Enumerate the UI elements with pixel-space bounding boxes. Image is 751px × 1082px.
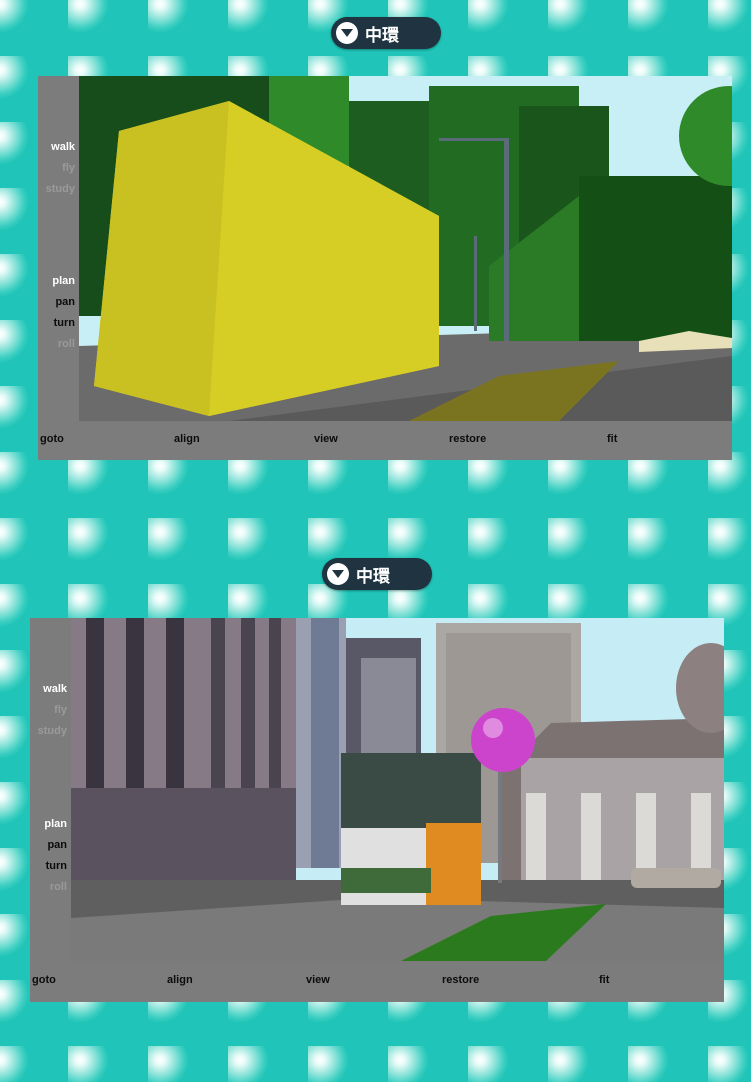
location-button[interactable]: 中環 bbox=[331, 17, 441, 49]
action-goto[interactable]: goto bbox=[32, 974, 56, 986]
tool-plan[interactable]: plan bbox=[52, 275, 75, 287]
tool-turn[interactable]: turn bbox=[46, 860, 67, 872]
nav-mode-study[interactable]: study bbox=[38, 725, 67, 737]
nav-mode-walk[interactable]: walk bbox=[51, 141, 75, 153]
tool-turn[interactable]: turn bbox=[54, 317, 75, 329]
location-button[interactable]: 中環 bbox=[322, 558, 432, 590]
action-fit[interactable]: fit bbox=[599, 974, 609, 986]
scene-view-3d[interactable] bbox=[71, 618, 724, 961]
nav-mode-study[interactable]: study bbox=[46, 183, 75, 195]
nav-mode-walk[interactable]: walk bbox=[43, 683, 67, 695]
scene-view-3d[interactable] bbox=[79, 76, 732, 421]
action-view[interactable]: view bbox=[314, 433, 338, 445]
action-goto[interactable]: goto bbox=[40, 433, 64, 445]
action-align[interactable]: align bbox=[167, 974, 193, 986]
action-view[interactable]: view bbox=[306, 974, 330, 986]
chevron-down-circle-icon bbox=[336, 22, 358, 44]
chevron-down-circle-icon bbox=[327, 563, 349, 585]
tool-pan[interactable]: pan bbox=[55, 296, 75, 308]
viewer-2: 中環 walk fly study plan pan turn roll got… bbox=[0, 540, 751, 1010]
nav-mode-fly[interactable]: fly bbox=[54, 704, 67, 716]
tool-plan[interactable]: plan bbox=[44, 818, 67, 830]
location-label: 中環 bbox=[365, 25, 399, 46]
action-align[interactable]: align bbox=[174, 433, 200, 445]
location-label: 中環 bbox=[356, 566, 390, 587]
action-fit[interactable]: fit bbox=[607, 433, 617, 445]
action-restore[interactable]: restore bbox=[442, 974, 479, 986]
tool-pan[interactable]: pan bbox=[47, 839, 67, 851]
nav-mode-fly[interactable]: fly bbox=[62, 162, 75, 174]
tool-roll[interactable]: roll bbox=[58, 338, 75, 350]
viewer-panel: walk fly study plan pan turn roll goto a… bbox=[30, 618, 724, 1002]
viewer-1: 中環 walk fly study plan pan turn roll got… bbox=[0, 0, 751, 470]
tool-roll[interactable]: roll bbox=[50, 881, 67, 893]
action-restore[interactable]: restore bbox=[449, 433, 486, 445]
viewer-panel: walk fly study plan pan turn roll goto a… bbox=[38, 76, 732, 460]
